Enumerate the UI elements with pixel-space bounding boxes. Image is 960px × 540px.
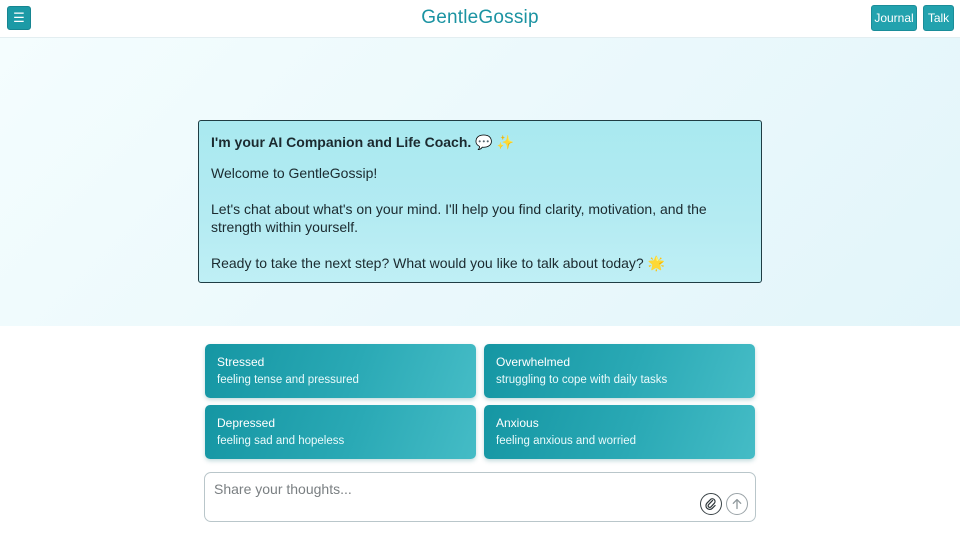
welcome-line: Welcome to GentleGossip! xyxy=(211,165,378,181)
mood-description: feeling anxious and worried xyxy=(496,435,637,447)
mood-card-stressed[interactable]: Stressed feeling tense and pressured xyxy=(205,344,476,398)
mood-description: feeling tense and pressured xyxy=(217,374,359,386)
app-root: ☰ GentleGossip Journal Talk I'm your AI … xyxy=(0,0,960,540)
brand-title: GentleGossip xyxy=(421,7,539,28)
arrow-up-icon xyxy=(732,498,742,510)
message-composer xyxy=(204,472,756,522)
mood-description: feeling sad and hopeless xyxy=(217,435,345,447)
hero-section: I'm your AI Companion and Life Coach. 💬 … xyxy=(0,38,960,326)
sparkles-icon: ✨ xyxy=(496,135,514,151)
welcome-card: I'm your AI Companion and Life Coach. 💬 … xyxy=(198,120,762,283)
glowing-star-icon: 🌟 xyxy=(647,256,666,272)
mood-title: Anxious xyxy=(496,416,539,430)
welcome-line: Ready to take the next step? What would … xyxy=(211,254,749,273)
welcome-question: Ready to take the next step? What would … xyxy=(211,255,644,271)
mood-card-overwhelmed[interactable]: Overwhelmed struggling to cope with dail… xyxy=(484,344,755,398)
welcome-line: Let's chat about what's on your mind. I'… xyxy=(211,201,707,235)
attach-button[interactable] xyxy=(700,493,722,515)
mood-title: Stressed xyxy=(217,355,265,369)
top-header: ☰ GentleGossip Journal Talk xyxy=(0,0,960,38)
journal-button[interactable]: Journal xyxy=(871,5,917,31)
mood-card-anxious[interactable]: Anxious feeling anxious and worried xyxy=(484,405,755,459)
welcome-title-text: I'm your AI Companion and Life Coach. xyxy=(211,134,472,150)
paperclip-icon xyxy=(705,498,716,511)
mood-title: Overwhelmed xyxy=(496,355,571,369)
message-input[interactable] xyxy=(205,473,695,521)
talk-button[interactable]: Talk xyxy=(923,5,954,31)
welcome-title: I'm your AI Companion and Life Coach. 💬 … xyxy=(211,133,749,152)
mood-description: struggling to cope with daily tasks xyxy=(496,374,668,386)
mood-card-depressed[interactable]: Depressed feeling sad and hopeless xyxy=(205,405,476,459)
mood-title: Depressed xyxy=(217,416,276,430)
speech-bubble-icon: 💬 xyxy=(475,135,493,151)
send-button[interactable] xyxy=(726,493,748,515)
